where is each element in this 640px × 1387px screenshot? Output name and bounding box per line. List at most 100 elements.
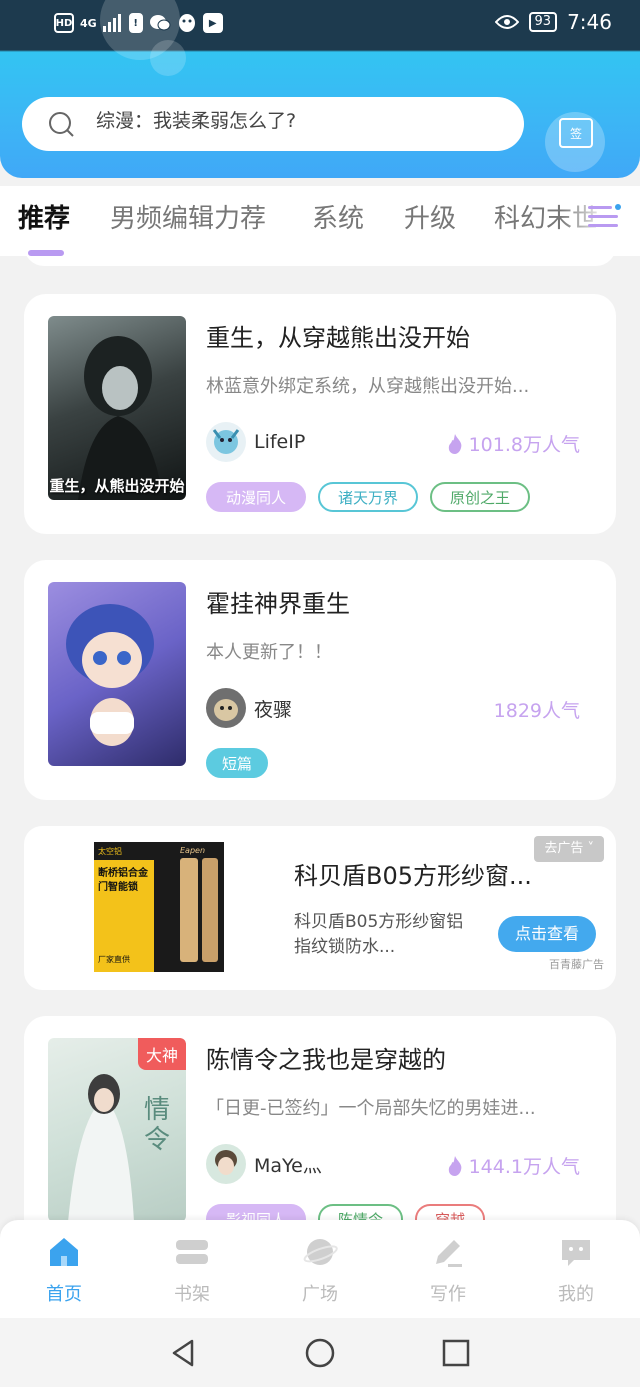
- tag[interactable]: 诸天万界: [318, 482, 419, 512]
- nav-bookshelf[interactable]: 书架: [152, 1234, 232, 1306]
- tab-system[interactable]: 系统: [312, 198, 364, 235]
- search-bar[interactable]: 综漫：我装柔弱怎么了?: [22, 97, 524, 151]
- hd-icon: HD: [54, 13, 74, 33]
- bookshelf-icon: [176, 1240, 208, 1264]
- book-cover: 情 令 大神: [48, 1038, 186, 1220]
- home-icon: [50, 1238, 78, 1266]
- ad-lock-image: [202, 858, 218, 962]
- author-name: 夜骤: [254, 698, 293, 721]
- ad-image-text: 太空铝: [98, 847, 122, 856]
- book-title: 陈情令之我也是穿越的: [206, 1046, 446, 1074]
- author[interactable]: MaYe灬: [206, 1144, 322, 1184]
- flame-icon: [448, 433, 461, 454]
- ad-image: 太空铝 断桥铝合金 门智能锁 厂家直供 Eapen: [94, 842, 224, 972]
- ad-image-text: 门智能锁: [98, 882, 138, 893]
- ad-title: 科贝盾B05方形纱窗...: [294, 862, 532, 890]
- signal-4g-icon: 4G: [80, 16, 97, 30]
- book-card[interactable]: 霍挂神界重生 本人更新了！！ 夜骤 1829人气 短篇: [24, 560, 616, 800]
- tag[interactable]: 穿越: [415, 1204, 486, 1220]
- chat-face-icon: [562, 1240, 590, 1266]
- cover-art: [66, 604, 154, 746]
- author[interactable]: 夜骤: [206, 688, 292, 728]
- book-cover: [48, 582, 186, 766]
- master-badge: 大神: [137, 1038, 186, 1070]
- book-title: 重生，从穿越熊出没开始: [206, 324, 470, 352]
- clock: 7:46: [567, 10, 612, 34]
- nav-me[interactable]: 我的: [536, 1234, 616, 1306]
- book-title: 霍挂神界重生: [206, 590, 350, 618]
- ad-view-button[interactable]: 点击查看: [498, 916, 596, 952]
- nav-label: 我的: [558, 1284, 594, 1305]
- alert-icon: !: [128, 13, 143, 33]
- book-description: 林蓝意外绑定系统，从穿越熊出没开始...: [206, 376, 530, 397]
- previous-card-edge: [24, 256, 616, 266]
- search-placeholder: 综漫：我装柔弱怎么了?: [96, 110, 297, 132]
- svg-text:令: 令: [144, 1125, 170, 1155]
- author-name: MaYe灬: [254, 1154, 322, 1177]
- popularity: 101.8万人气: [447, 430, 580, 457]
- wechat-icon: [149, 15, 171, 31]
- battery-indicator: 93: [528, 12, 558, 32]
- nav-home[interactable]: 首页: [24, 1234, 104, 1306]
- nav-label: 广场: [302, 1284, 338, 1305]
- author-name: LifeIP: [254, 431, 306, 453]
- ad-image-text: 断桥铝合金: [98, 868, 148, 879]
- author[interactable]: LifeIP: [206, 422, 305, 462]
- eye-icon: [494, 15, 519, 29]
- ad-lock-image: [180, 858, 198, 962]
- tag-list: 动漫同人 诸天万界 原创之王: [206, 482, 531, 512]
- tag[interactable]: 陈情令: [318, 1204, 404, 1220]
- ad-card[interactable]: 太空铝 断桥铝合金 门智能锁 厂家直供 Eapen 科贝盾B05方形纱窗... …: [24, 826, 616, 990]
- popularity-count: 1829人气: [493, 700, 580, 722]
- popularity: 144.1万人气: [447, 1152, 580, 1179]
- tag[interactable]: 短篇: [206, 748, 269, 778]
- cover-art: [78, 336, 163, 500]
- ad-image-text: 厂家直供: [98, 955, 130, 964]
- status-bar: HD 4G ! ▶ 93 7:46: [0, 0, 640, 50]
- checkin-gift-button[interactable]: 签: [545, 112, 605, 172]
- app-notification-icon: ▶: [202, 13, 223, 33]
- book-card[interactable]: 重生，从熊出没开始 重生，从穿越熊出没开始 林蓝意外绑定系统，从穿越熊出没开始.…: [24, 294, 616, 534]
- book-cover: 重生，从熊出没开始: [48, 316, 186, 500]
- tab-male-editor-picks[interactable]: 男频编辑力荐: [110, 198, 266, 235]
- category-tabs: 推荐 男频编辑力荐 系统 升级 科幻末世: [0, 186, 640, 256]
- gift-icon: 签: [559, 118, 593, 148]
- remove-ad-button[interactable]: 去广告 ˅: [534, 836, 604, 862]
- system-nav-bar: [0, 1318, 640, 1387]
- tag-list: 影视同人 陈情令 穿越: [206, 1204, 486, 1220]
- back-icon[interactable]: [168, 1338, 198, 1368]
- book-description: 「日更-已签约」一个局部失忆的男娃进...: [206, 1098, 536, 1119]
- bottom-nav: 首页 书架 广场 写作 我的: [0, 1220, 640, 1318]
- svg-text:情: 情: [144, 1095, 170, 1125]
- nav-label: 写作: [430, 1284, 466, 1305]
- nav-label: 首页: [46, 1284, 82, 1305]
- pen-icon: [436, 1240, 462, 1267]
- search-icon: [49, 112, 74, 137]
- avatar: [206, 1144, 246, 1184]
- nav-plaza[interactable]: 广场: [280, 1234, 360, 1306]
- avatar: [206, 422, 246, 462]
- header: HD 4G ! ▶ 93 7:46 综漫：我装柔弱怎么了? 签: [0, 0, 640, 178]
- home-circle-icon[interactable]: [305, 1338, 335, 1368]
- ad-source: 百青藤广告: [549, 958, 604, 971]
- tag[interactable]: 动漫同人: [206, 482, 307, 512]
- popularity-count: 101.8万人气: [468, 434, 580, 456]
- nav-write[interactable]: 写作: [408, 1234, 488, 1306]
- signal-bars-icon: [102, 14, 121, 32]
- avatar: [206, 688, 246, 728]
- ad-brand: Eapen: [180, 846, 206, 855]
- menu-icon[interactable]: [588, 202, 622, 232]
- nav-label: 书架: [174, 1284, 210, 1305]
- ad-description: 科贝盾B05方形纱窗铝指纹锁防水...: [294, 912, 464, 957]
- tab-recommend[interactable]: 推荐: [18, 198, 70, 235]
- book-card[interactable]: 情 令 大神 陈情令之我也是穿越的 「日更-已签约」一个局部失忆的男娃进... …: [24, 1016, 616, 1220]
- cover-caption: 重生，从熊出没开始: [49, 477, 185, 495]
- flame-icon: [448, 1155, 461, 1176]
- planet-icon: [303, 1239, 338, 1265]
- popularity-count: 144.1万人气: [468, 1156, 580, 1178]
- recents-icon[interactable]: [441, 1338, 471, 1368]
- tab-upgrade[interactable]: 升级: [404, 198, 456, 235]
- tag[interactable]: 原创之王: [430, 482, 531, 512]
- tag[interactable]: 影视同人: [206, 1204, 307, 1220]
- qq-icon: [178, 14, 195, 32]
